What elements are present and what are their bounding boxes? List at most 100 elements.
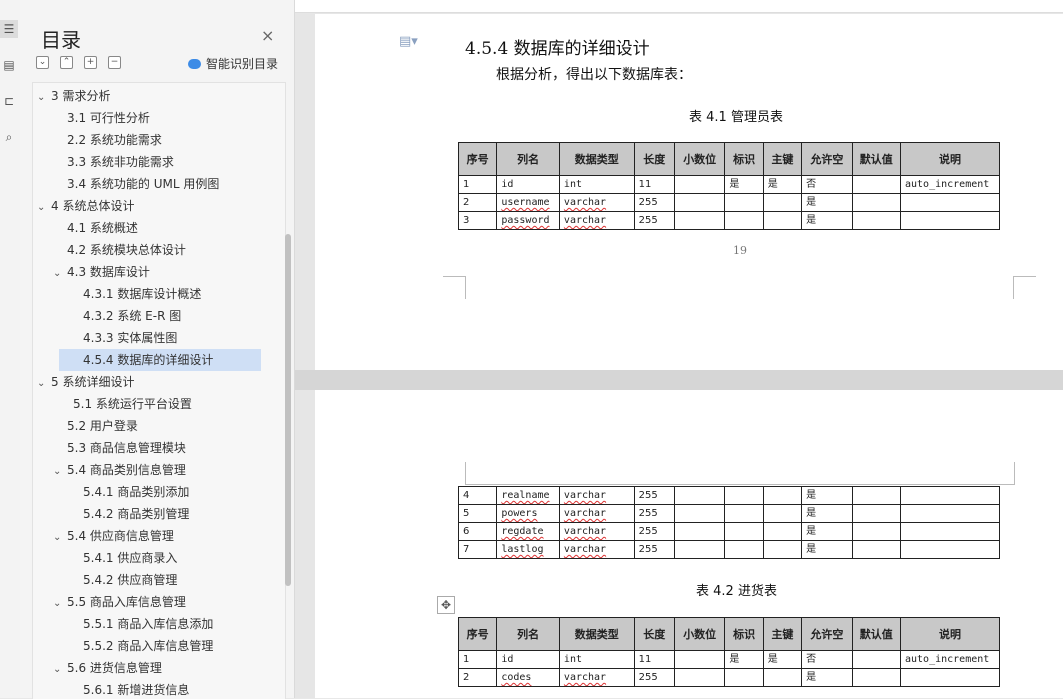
toc-scrollbar[interactable] — [285, 234, 291, 586]
toc-item-label: 5.4 供应商信息管理 — [67, 529, 174, 543]
chevron-down-icon[interactable]: ⌄ — [37, 373, 51, 395]
table-cell: 否 — [801, 650, 853, 669]
menu-icon[interactable]: ☰ — [0, 20, 18, 38]
table-caption-1: 表 4.1 管理员表 — [689, 110, 783, 125]
chevron-down-icon[interactable]: ⌄ — [53, 527, 67, 549]
document-icon[interactable]: ▤ — [0, 56, 18, 74]
toc-item[interactable]: 5.6.1 新增进货信息 — [69, 679, 189, 699]
table-cell: 1 — [457, 175, 498, 194]
chevron-down-icon[interactable]: ⌄ — [53, 593, 67, 615]
table-cell — [900, 211, 1000, 230]
table-cell — [673, 175, 726, 194]
table-cell: 是 — [801, 193, 853, 212]
toc-item[interactable]: 5.4.1 供应商录入 — [69, 547, 177, 569]
toc-item[interactable]: 4.3.1 数据库设计概述 — [69, 283, 201, 305]
table-cell — [900, 522, 1000, 541]
toc-item[interactable]: 4.5.4 数据库的详细设计 — [59, 349, 261, 371]
table-cell: codes — [496, 668, 560, 687]
toc-item[interactable]: 4.2 系统模块总体设计 — [53, 239, 186, 261]
purchase-table: 序号 列名 数据类型 长度 小数位 标识 主键 允许空 默认值 说明 1 id int 11 是是否 auto… — [457, 617, 1000, 687]
table-cell — [673, 504, 726, 523]
toc-item-label: 3 需求分析 — [51, 89, 111, 103]
table-cell — [762, 522, 803, 541]
toc-item[interactable]: 5.5.1 商品入库信息添加 — [69, 613, 213, 635]
toc-item-label: 5.5.2 商品入库信息管理 — [83, 639, 214, 653]
smart-cloud-icon — [188, 58, 201, 69]
table-cell: 是 — [801, 504, 853, 523]
toc-item[interactable]: 5.4.2 商品类别管理 — [69, 503, 189, 525]
toc-item[interactable]: ⌄ 5.4 商品类别信息管理 — [53, 459, 186, 481]
toc-item[interactable]: 3.3 系统非功能需求 — [53, 151, 174, 173]
table-cell — [673, 522, 726, 541]
move-table-icon[interactable]: ✥ — [437, 596, 455, 614]
table-row: 3 password varchar 255 是 — [457, 211, 1000, 230]
toc-item-label: 5.5.1 商品入库信息添加 — [83, 617, 214, 631]
collapse-all-icon[interactable]: ⌄ — [36, 56, 49, 69]
toc-list: ⌄ 3 需求分析 3.1 可行性分析 2.2 系统功能需求 3.3 系统非功能需求 3.4… — [32, 82, 286, 699]
add-heading-icon[interactable]: + — [84, 56, 97, 69]
chevron-down-icon[interactable]: ⌄ — [37, 197, 51, 219]
table-cell: id — [496, 175, 560, 194]
smart-toc-button[interactable]: 智能识别目录 — [188, 55, 278, 72]
bookmark-icon[interactable]: ⊏ — [0, 92, 18, 110]
toc-item[interactable]: 4.1 系统概述 — [53, 217, 138, 239]
toc-item[interactable]: 2.2 系统功能需求 — [53, 129, 162, 151]
table-cell — [673, 193, 726, 212]
table-cell: 255 — [633, 193, 675, 212]
chevron-down-icon[interactable]: ⌄ — [53, 659, 67, 681]
table-cell — [900, 486, 1000, 505]
toc-item-label: 4.3.1 数据库设计概述 — [83, 287, 202, 301]
table-cell: 是 — [724, 175, 764, 194]
toc-item-label: 3.1 可行性分析 — [67, 111, 150, 125]
toc-item[interactable]: 3.1 可行性分析 — [53, 107, 150, 129]
table-cell — [851, 522, 902, 541]
page-20: 4 realname varchar 255 是 5 powers varchar 255 是 6 r… — [315, 390, 1063, 698]
toc-panel: 目录 × ⌄ ⌃ + − 智能识别目录 ⌄ 3 需求分析 3.1 可行性分析 2.2 … — [20, 0, 295, 699]
column-header: 默认值 — [851, 617, 902, 651]
toc-item[interactable]: ⌄ 5.4 供应商信息管理 — [53, 525, 174, 547]
expand-up-icon[interactable]: ⌃ — [60, 56, 73, 69]
table-cell: 255 — [633, 540, 675, 559]
table-cell: password — [496, 211, 560, 230]
find-icon[interactable]: ⌕ — [0, 128, 18, 146]
table-cell: varchar — [558, 668, 635, 687]
toc-item[interactable]: 5.4.1 商品类别添加 — [69, 481, 189, 503]
table-cell: lastlog — [496, 540, 560, 559]
toc-item[interactable]: 5.5.2 商品入库信息管理 — [69, 635, 213, 657]
header-area — [465, 462, 1015, 485]
toc-item[interactable]: ⌄ 5.6 进货信息管理 — [53, 657, 162, 679]
column-header: 小数位 — [673, 617, 726, 651]
table-cell: auto_increment — [900, 650, 1000, 669]
toc-item[interactable]: 5.4.2 供应商管理 — [69, 569, 177, 591]
toc-item[interactable]: ⌄ 4 系统总体设计 — [37, 195, 134, 217]
toc-item[interactable]: 3.4 系统功能的 UML 用例图 — [53, 173, 219, 195]
toc-item-label: 3.4 系统功能的 UML 用例图 — [67, 177, 220, 191]
table-cell — [673, 650, 726, 669]
toc-item[interactable]: 4.3.3 实体属性图 — [69, 327, 177, 349]
chevron-down-icon[interactable]: ⌄ — [37, 87, 51, 109]
toc-item[interactable]: 4.3.2 系统 E-R 图 — [69, 305, 181, 327]
toc-item[interactable]: 5.3 商品信息管理模块 — [53, 437, 186, 459]
toc-item[interactable]: ⌄ 4.3 数据库设计 — [53, 261, 150, 283]
toc-item-label: 5.3 商品信息管理模块 — [67, 441, 186, 455]
column-header: 长度 — [633, 142, 675, 176]
page-number: 19 — [733, 244, 747, 257]
table-cell: 是 — [801, 540, 853, 559]
table-header-row: 序号 列名 数据类型 长度 小数位 标识 主键 允许空 默认值 说明 — [457, 617, 1000, 651]
table-cell: 6 — [457, 522, 498, 541]
toc-item-label: 5.4.2 商品类别管理 — [83, 507, 190, 521]
table-cell: id — [496, 650, 560, 669]
chevron-down-icon[interactable]: ⌄ — [53, 263, 67, 285]
toc-item[interactable]: 5.2 用户登录 — [53, 415, 138, 437]
toc-item[interactable]: ⌄ 3 需求分析 — [37, 85, 110, 107]
toc-item-label: 4.2 系统模块总体设计 — [67, 243, 186, 257]
toc-item[interactable]: ⌄ 5 系统详细设计 — [37, 371, 134, 393]
close-icon[interactable]: × — [261, 26, 274, 45]
column-header: 数据类型 — [558, 617, 635, 651]
paste-options-icon[interactable]: ▤▾ — [399, 34, 418, 49]
chevron-down-icon[interactable]: ⌄ — [53, 461, 67, 483]
toc-item[interactable]: 5.1 系统运行平台设置 — [59, 393, 192, 415]
remove-heading-icon[interactable]: − — [108, 56, 121, 69]
toc-item-label: 4.1 系统概述 — [67, 221, 138, 235]
toc-item[interactable]: ⌄ 5.5 商品入库信息管理 — [53, 591, 186, 613]
